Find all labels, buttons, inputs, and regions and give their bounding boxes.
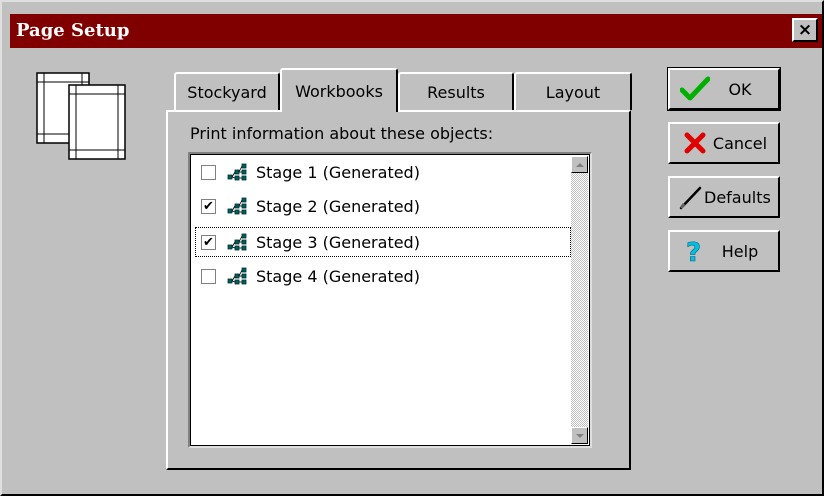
tab-results[interactable]: Results — [398, 72, 514, 110]
tab-workbooks[interactable]: Workbooks — [280, 68, 398, 112]
objects-listbox[interactable]: Stage 1 (Generated) ✔ Stage 2 (Generated… — [188, 152, 592, 448]
stage-network-icon — [227, 163, 247, 181]
list-item[interactable]: Stage 4 (Generated) — [195, 261, 571, 291]
checkbox[interactable]: ✔ — [201, 198, 216, 214]
defaults-label: Defaults — [704, 187, 771, 207]
list-item[interactable]: ✔ Stage 3 (Generated) — [195, 227, 571, 257]
svg-text:?: ? — [686, 238, 701, 265]
scroll-up-button[interactable] — [571, 156, 588, 173]
item-label: Stage 2 (Generated) — [256, 196, 420, 216]
red-x-icon — [678, 128, 712, 158]
tab-label: Workbooks — [295, 81, 383, 101]
item-label: Stage 4 (Generated) — [256, 266, 420, 286]
stage-network-icon — [227, 233, 247, 251]
list-item[interactable]: Stage 1 (Generated) — [195, 157, 571, 187]
stage-network-icon — [227, 197, 247, 215]
cancel-label: Cancel — [712, 133, 768, 153]
arrow-down-icon — [575, 433, 584, 438]
workbooks-panel: Print information about these objects: S… — [166, 110, 631, 470]
checkbox[interactable] — [201, 268, 216, 284]
vertical-scrollbar[interactable] — [571, 156, 588, 444]
tab-label: Stockyard — [187, 82, 267, 102]
tab-label: Results — [427, 82, 485, 102]
checkbox[interactable]: ✔ — [201, 234, 216, 250]
ok-label: OK — [728, 79, 752, 99]
cancel-button[interactable]: Cancel — [668, 122, 780, 164]
help-button[interactable]: ? Help — [668, 230, 780, 272]
panel-label: Print information about these objects: — [190, 124, 494, 143]
arrow-up-icon — [575, 162, 584, 167]
checkmark-icon — [678, 74, 712, 104]
scroll-down-button[interactable] — [571, 427, 588, 444]
tab-stockyard[interactable]: Stockyard — [174, 72, 280, 110]
close-button[interactable]: × — [792, 18, 818, 42]
help-label: Help — [721, 241, 759, 261]
ok-button[interactable]: OK — [667, 67, 781, 111]
title-bar: Page Setup × — [10, 14, 822, 48]
pages-icon — [36, 72, 126, 160]
window-title: Page Setup — [16, 20, 130, 41]
tab-label: Layout — [545, 82, 601, 102]
close-icon: × — [797, 19, 813, 40]
defaults-button[interactable]: Defaults — [668, 176, 780, 218]
checkbox[interactable] — [201, 164, 216, 180]
tab-layout[interactable]: Layout — [514, 72, 632, 110]
list-item[interactable]: ✔ Stage 2 (Generated) — [195, 191, 571, 221]
item-label: Stage 3 (Generated) — [256, 232, 420, 252]
pen-icon — [678, 182, 704, 212]
item-label: Stage 1 (Generated) — [256, 162, 420, 182]
question-icon: ? — [678, 236, 712, 266]
stage-network-icon — [227, 267, 247, 285]
